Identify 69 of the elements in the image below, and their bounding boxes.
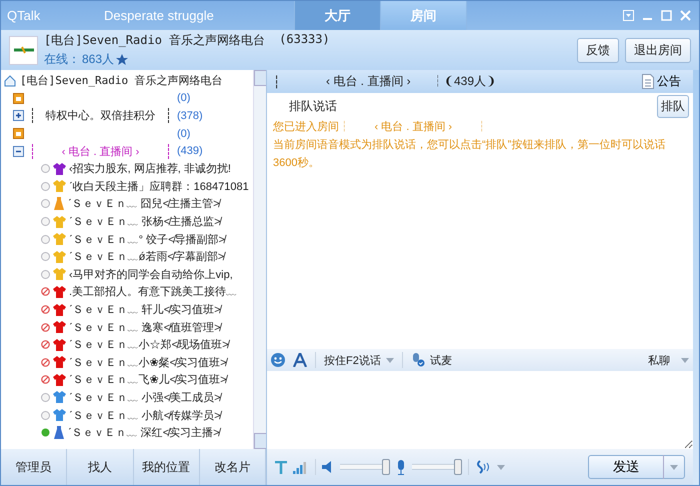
logo-icon [9,36,38,64]
header-button[interactable]: 退出房间 [625,38,691,62]
document-icon [642,74,654,89]
room-count: ┆❨439人❩ [432,73,496,90]
room-title: [电台]Seven_Radio 音乐之声网络电台 [44,32,266,49]
sound-effect-icon[interactable] [475,460,491,474]
maximize-icon[interactable] [661,10,672,21]
bottom-tab-button[interactable]: 找人 [67,449,134,485]
channel-count: (439) [177,145,203,158]
caret-icon [681,358,689,362]
push-to-talk-button[interactable]: 按住F2说话 [324,352,394,368]
channel-count: (0) [177,92,190,104]
app-title: QTalk [6,8,42,23]
mic-check-icon [410,353,425,367]
user-name[interactable]: ˊＳｅｖＥｎ﹏ 逸寒≮值班管理≯ [69,320,221,335]
user-name[interactable]: ˊＳｅｖＥｎ﹏ 小航≮传媒学员≯ [69,408,221,423]
text-icon[interactable] [275,460,287,474]
channel-count: (0) [177,128,190,140]
star-icon [116,54,128,66]
header-button[interactable]: 反馈 [577,38,619,62]
user-name[interactable]: ˊＳｅｖＥｎ﹏ 轩儿≮实习值班≯ [69,302,221,318]
user-name[interactable]: ˊＳｅｖＥｎ﹏ 张杨≮主播总监≯ [69,214,221,230]
queue-button[interactable]: 排队 [657,94,689,118]
room-divider: ┆ [273,74,280,88]
user-name[interactable]: ˊＳｅｖＥｎ﹏ 小强≮美工成员≯ [69,390,221,405]
channel-name[interactable]: ‹ 电台 . 直播间 › [32,144,169,159]
smiley-icon[interactable] [271,353,285,367]
collapse-icon[interactable] [13,146,24,157]
channel-count: (378) [177,110,203,122]
system-message: 当前房间语音模式为排队说话，您可以点击“排队”按钮来排队，第一位时可以说话3600秒。 [273,138,666,171]
caret-icon [386,358,394,362]
tree-root[interactable]: [电台]Seven_Radio 音乐之声网络电台 [20,73,223,88]
notice-button[interactable]: 公告 [636,72,687,91]
font-icon[interactable] [293,353,307,367]
signal-icon [293,460,309,474]
private-chat-button[interactable]: 私聊 [648,352,689,368]
user-name: Desperate struggle [103,8,215,23]
caret-icon [497,464,505,470]
user-name[interactable]: ‹招实力股东, 网店推荐, 非诚勿扰! [69,161,231,176]
room-name: ‹ 电台 . 直播间 › [326,73,412,90]
system-message: 您已进入房间┆ ‹ 电台 . 直播间 › ┆ [273,120,489,135]
channel-name[interactable]: 特权中心。双倍挂积分 [32,108,169,124]
send-button[interactable]: 发送 [588,455,685,479]
user-name[interactable]: ˊＳｅｖＥｎ﹏ 囧兒≮主播主管≯ [68,196,220,212]
user-name[interactable]: ˊＳｅｖＥｎ﹏小❀粲≮实习值班≯ [69,354,227,370]
close-icon[interactable] [680,10,691,21]
voice-mode: 排队说话 [289,98,337,114]
lock-icon [13,92,24,104]
microphone-icon[interactable] [396,460,406,474]
caret-icon [670,464,678,470]
bottom-tab-button[interactable]: 管理员 [1,449,68,485]
speaker-icon[interactable] [322,460,334,474]
user-name[interactable]: ‹马甲对齐的同学会自动给你上vip, [69,266,233,282]
room-id: (63333) [279,32,330,48]
user-name[interactable]: ˊＳｅｖＥｎ﹏° 饺子≮导播副部≯ [69,232,225,247]
home-icon [4,74,16,87]
user-name[interactable]: ˊＳｅｖＥｎ﹏飞❀儿≮实习值班≯ [69,372,227,388]
lock-icon [13,128,24,140]
user-name[interactable]: ˊ收白天段主播」应聘群：168471081 [69,178,249,194]
user-name[interactable]: ˊＳｅｖＥｎ﹏ 深红≮实习主播≯ [68,425,220,440]
expand-icon[interactable] [13,110,24,122]
dropdown-icon[interactable] [623,10,634,21]
user-name[interactable]: ˊＳｅｖＥｎ﹏ǿ若雨≮字幕副部≯ [69,249,224,264]
user-name[interactable]: ˊＳｅｖＥｎ﹏小☆郑≮现场值班≯ [69,337,229,352]
user-name[interactable]: .美工部招人。有意下跳美工接待﹏ [69,284,238,300]
mic-test-button[interactable]: 试麦 [410,352,452,368]
bottom-tab-button[interactable]: 我的位置 [134,449,200,485]
online-count: 863人 [82,51,114,68]
online-label: 在线： [44,51,80,68]
